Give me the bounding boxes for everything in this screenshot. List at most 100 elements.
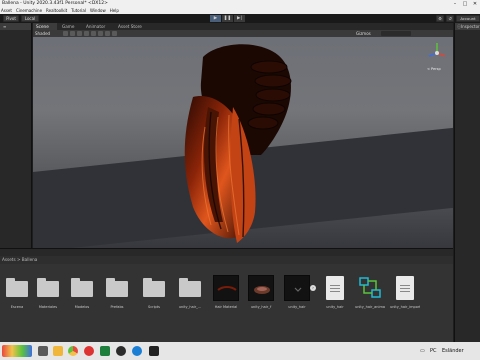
network-icon[interactable]: ▭ [420,342,425,360]
scene-camera-icon[interactable] [98,31,103,36]
play-icon: ▶ [213,16,218,21]
preview-panel [454,248,480,342]
tab-animator-label: Animator [86,24,106,29]
document-icon [396,276,414,300]
pivot-toggle[interactable]: Pivot [3,15,19,22]
mesh-preview-icon [284,275,310,301]
asset-item[interactable]: unity_hair [282,275,312,317]
gizmo-tools-icon[interactable] [105,31,110,36]
asset-label: unity_hair_animat... [355,305,385,309]
folder-icon [179,278,201,297]
step-icon: ▶| [237,16,242,21]
app-banner-icon[interactable] [2,345,32,357]
folder-icon [6,278,28,297]
folder-icon [106,278,128,297]
orientation-gizmo-icon[interactable] [425,41,449,67]
unity-editor-taskbar-icon[interactable] [149,346,159,356]
local-toggle[interactable]: Local [21,15,39,22]
maximize-button[interactable]: □ [460,0,470,8]
tab-game-label: Game [62,24,75,29]
scene-tab-bar: Scene Game Animator Asset Store [33,23,453,30]
folder-icon [71,278,93,297]
scene-search-input[interactable] [381,31,411,36]
menu-asset[interactable]: Asset [1,8,12,13]
tray-language-label[interactable]: Esländer [442,342,464,360]
project-breadcrumb[interactable]: Assets > Ballena [0,256,453,264]
opera-icon[interactable] [84,346,94,356]
asset-item[interactable]: unity_hair [320,275,350,317]
asset-item[interactable]: Prefabs [102,275,132,317]
asset-item[interactable]: unity_hair_... [175,275,205,317]
menu-tutorial[interactable]: Tutorial [71,8,86,13]
grid-toggle-icon[interactable] [112,31,117,36]
chrome-icon[interactable] [68,346,78,356]
audio-toggle-icon[interactable] [77,31,82,36]
history-icon: ↺ [448,16,452,21]
asset-item[interactable]: Materiales [33,275,63,317]
gear-icon: ⚙ [438,16,442,21]
menu-window[interactable]: Window [90,8,106,13]
hierarchy-panel: ≡ [0,23,32,248]
hair-model [184,44,292,243]
inspector-tab[interactable]: ⓘInspector [455,23,480,30]
expand-asset-button[interactable]: › [310,285,316,291]
asset-item[interactable]: unity_hair_import... [390,275,420,317]
scene-viewport[interactable]: < Persp [33,37,453,248]
asset-item[interactable]: unity_hair_animat... [355,275,385,317]
asset-label: Prefabs [110,305,124,309]
file-explorer-icon[interactable] [38,346,48,356]
tray-user-label[interactable]: PC [430,342,437,360]
play-button[interactable]: ▶ [210,15,221,22]
tab-asset-store-label: Asset Store [118,24,142,29]
model-preview-icon [248,275,274,301]
shading-mode-dropdown[interactable]: Shaded [35,30,50,37]
undo-history-button[interactable]: ↺ [446,15,454,22]
inspector-tab-label: Inspector [461,24,480,29]
gizmos-dropdown[interactable]: Gizmos [356,30,371,37]
asset-item[interactable]: Hair Material [211,275,241,317]
pause-icon: ❚❚ [223,16,232,21]
asset-label: unity_hair_... [178,305,202,309]
window-title-bar: Ballena - Unity 2020.3.43f1 Personal* <D… [0,0,480,8]
hierarchy-tab[interactable]: ≡ [0,23,31,30]
tab-scene[interactable]: Scene [33,23,57,30]
account-dropdown[interactable]: Account [456,15,480,22]
asset-label: Materiales [38,305,58,309]
browser-icon[interactable] [132,346,142,356]
project-panel: Assets > Ballena Escena Materiales Model… [0,248,453,342]
asset-label: Modelos [74,305,90,309]
material-preview-icon [213,275,239,301]
folder-taskbar-icon[interactable] [53,346,63,356]
folder-icon [37,278,59,297]
effects-toggle-icon[interactable] [84,31,89,36]
step-button[interactable]: ▶| [234,15,245,22]
menu-help[interactable]: Help [110,8,119,13]
tab-animator[interactable]: Animator [83,23,113,30]
inspector-panel: ⓘInspector [454,23,480,248]
asset-item[interactable]: Escena [2,275,32,317]
minimize-button[interactable]: – [450,0,460,8]
pause-button[interactable]: ❚❚ [222,15,233,22]
asset-label: unity_hair [288,305,306,309]
2d-toggle-icon[interactable] [63,31,68,36]
asset-label: Hair Material [214,305,238,309]
lighting-toggle-icon[interactable] [70,31,75,36]
asset-item[interactable]: Modelos [67,275,97,317]
menu-realtoolkit[interactable]: Realtoolkit [46,8,67,13]
asset-item[interactable]: Scripts [139,275,169,317]
hidden-objects-icon[interactable] [91,31,96,36]
unity-hub-icon[interactable] [116,346,126,356]
asset-label: unity_hair [326,305,344,309]
spreadsheet-icon[interactable] [100,346,110,356]
tab-asset-store[interactable]: Asset Store [115,23,149,30]
asset-item[interactable]: unity_hair_f [246,275,276,317]
asset-label: Scripts [148,305,160,309]
close-button[interactable]: ✕ [470,0,480,8]
tab-game[interactable]: Game [59,23,81,30]
window-title: Ballena - Unity 2020.3.43f1 Personal* <D… [2,1,108,6]
chevron-right-icon: › [312,285,314,290]
settings-button[interactable]: ⚙ [436,15,444,22]
menu-cinemachine[interactable]: Cinemachine [16,8,42,13]
os-taskbar: ▭ PC Esländer [0,342,480,360]
perspective-label[interactable]: < Persp [427,67,441,71]
